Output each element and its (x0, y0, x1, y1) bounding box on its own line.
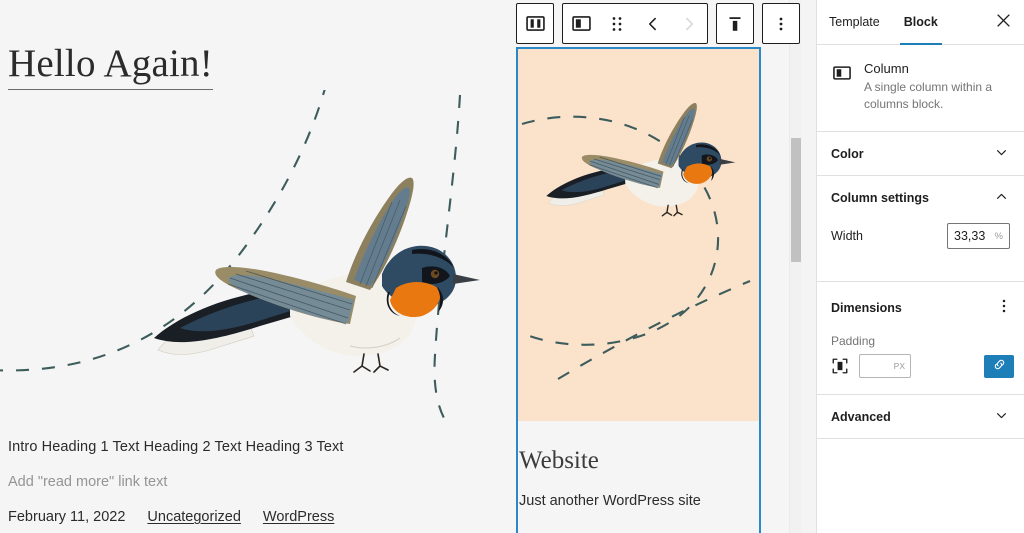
canvas-scrollbar[interactable] (789, 0, 801, 533)
post-date: February 11, 2022 (8, 509, 126, 525)
post-content-area[interactable]: Hello Again! Intro Heading 1 Text Headin… (0, 0, 506, 533)
editor-canvas: Hello Again! Intro Heading 1 Text Headin… (0, 0, 801, 533)
block-toolbar (516, 3, 800, 44)
tab-block[interactable]: Block (892, 0, 950, 45)
block-options-button[interactable] (763, 4, 799, 43)
chevron-right-icon (679, 14, 699, 34)
padding-input[interactable] (860, 359, 892, 374)
page-title[interactable]: Hello Again! (8, 43, 213, 90)
close-icon (996, 13, 1011, 31)
parent-block-group (516, 3, 554, 44)
dimensions-options-button[interactable] (992, 296, 1016, 320)
panel-advanced-header[interactable]: Advanced (817, 395, 1024, 438)
drag-dots-icon (608, 14, 626, 34)
panel-advanced: Advanced (817, 395, 1024, 440)
chevron-left-icon (643, 14, 663, 34)
panel-column-settings: Column settings Width % (817, 176, 1024, 283)
link-icon (992, 357, 1007, 375)
tab-block-label: Block (903, 15, 938, 29)
canvas-scrollbar-thumb[interactable] (791, 138, 801, 262)
panel-dimensions: Dimensions Padding PX (817, 282, 1024, 396)
panel-color-header[interactable]: Color (817, 132, 1024, 175)
post-excerpt[interactable]: Intro Heading 1 Text Heading 2 Text Head… (8, 439, 344, 455)
vertical-dots-icon (772, 14, 790, 34)
width-field[interactable]: % (947, 223, 1010, 250)
block-actions-group (562, 3, 708, 44)
dimensions-header: Dimensions (817, 282, 1024, 326)
columns-icon (524, 12, 547, 35)
select-parent-columns-button[interactable] (517, 4, 553, 43)
panel-color-label: Color (831, 146, 864, 161)
padding-field[interactable]: PX (859, 354, 911, 379)
block-info-card: Column A single column within a columns … (817, 45, 1024, 133)
move-left-button[interactable] (635, 4, 671, 43)
panel-advanced-label: Advanced (831, 409, 891, 424)
link-padding-sides-button[interactable] (984, 354, 1014, 378)
column-icon (570, 12, 593, 35)
post-meta: February 11, 2022 Uncategorized WordPres… (8, 509, 334, 525)
close-sidebar-button[interactable] (988, 7, 1018, 37)
drag-handle-button[interactable] (599, 4, 635, 43)
column-heading[interactable]: Website (518, 447, 759, 475)
read-more-placeholder[interactable]: Add "read more" link text (8, 474, 167, 490)
width-unit-label: % (994, 230, 1003, 242)
block-title: Column (864, 61, 909, 76)
panel-color: Color (817, 132, 1024, 177)
block-type-column-button[interactable] (563, 4, 599, 43)
block-description: A single column within a columns block. (864, 80, 993, 112)
sidebar-tabs: Template Block (817, 0, 1024, 45)
bird-illustration-left (0, 90, 506, 440)
chevron-up-icon (993, 188, 1010, 208)
column-tagline[interactable]: Just another WordPress site (518, 493, 759, 509)
column-block-selected[interactable]: Website Just another WordPress site (516, 47, 761, 533)
dimensions-label: Dimensions (831, 301, 902, 316)
chevron-down-icon (993, 144, 1010, 164)
vertical-dots-icon (996, 297, 1012, 320)
move-right-button[interactable] (671, 4, 707, 43)
editor-window: Hello Again! Intro Heading 1 Text Headin… (0, 0, 1024, 533)
width-label: Width (831, 229, 863, 244)
tab-template-label: Template (829, 15, 880, 29)
column-icon (831, 62, 853, 113)
padding-unit-label: PX (893, 361, 905, 372)
more-options-group (762, 3, 800, 44)
width-row: Width % (831, 219, 1010, 265)
tab-template[interactable]: Template (817, 0, 892, 44)
featured-image[interactable] (518, 49, 759, 421)
width-input[interactable] (948, 229, 988, 244)
post-category-link[interactable]: Uncategorized (147, 509, 241, 525)
block-info-text: Column A single column within a columns … (864, 61, 1012, 113)
panel-column-settings-header[interactable]: Column settings (817, 176, 1024, 219)
panel-column-settings-label: Column settings (831, 190, 929, 205)
vertical-align-group (716, 3, 754, 44)
chevron-down-icon (993, 407, 1010, 427)
padding-label: Padding (831, 334, 876, 349)
padding-row: PX (817, 354, 1024, 394)
padding-sides-icon[interactable] (831, 357, 851, 375)
vertical-align-top-button[interactable] (717, 4, 753, 43)
panel-column-settings-body: Width % (817, 219, 1024, 281)
align-top-icon (724, 13, 746, 35)
settings-sidebar: Template Block Column A single column wi… (816, 0, 1024, 533)
post-author-link[interactable]: WordPress (263, 509, 334, 525)
